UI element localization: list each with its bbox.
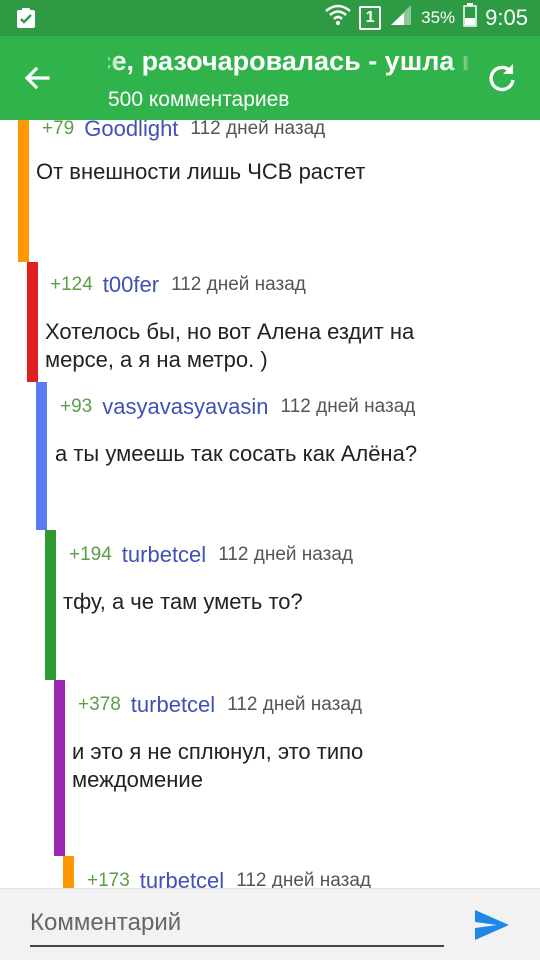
sim-number: 1 [365, 9, 375, 26]
depth-bar [54, 680, 65, 856]
status-bar: 1 35% 9:05 [0, 0, 540, 36]
app-title-container: Ой, все, разочаровалась - ушла вниз!!! А… [108, 46, 468, 82]
clock: 9:05 [485, 5, 528, 30]
author-link[interactable]: turbetcel [122, 542, 206, 568]
depth-bar [36, 382, 47, 530]
sim-icon: 1 [359, 6, 382, 30]
comment-item[interactable]: +124 t00fer 112 дней назад Хотелось бы, … [0, 262, 540, 382]
send-button[interactable] [472, 907, 512, 943]
battery-percent: 35% [421, 8, 456, 27]
comment-item[interactable]: +93 vasyavasyavasin 112 дней назад а ты … [0, 382, 540, 530]
depth-bar [18, 120, 29, 262]
wifi-icon [325, 4, 351, 32]
comment-list[interactable]: +79 Goodlight 112 дней назад От внешност… [0, 120, 540, 888]
comments-count: 500 комментариев [108, 88, 290, 111]
author-link[interactable]: turbetcel [140, 868, 224, 888]
score: +79 [42, 120, 75, 139]
score: +378 [78, 694, 121, 715]
author-link[interactable]: t00fer [103, 272, 159, 298]
timestamp: 112 дней назад [236, 870, 372, 888]
score: +173 [87, 870, 130, 888]
comment-input[interactable] [30, 905, 444, 947]
comment-compose-bar [0, 888, 540, 960]
depth-bar [27, 262, 38, 382]
comment-text: Хотелось бы, но вот Алена ездит на мерсе… [45, 319, 415, 372]
back-button[interactable] [18, 58, 58, 98]
app-title: Ой, все, разочаровалась - ушла вниз!!! А… [108, 46, 468, 76]
score: +124 [50, 274, 93, 295]
comment-item[interactable]: +378 turbetcel 112 дней назад и это я не… [0, 680, 540, 856]
comment-text: и это я не сплюнул, это типо междомение [72, 739, 364, 792]
comment-text: От внешности лишь ЧСВ растет [36, 159, 366, 184]
comment-text: а ты умеешь так сосать как Алёна? [55, 441, 418, 466]
timestamp: 112 дней назад [171, 274, 306, 295]
comment-text: тфу, а че там уметь то? [63, 589, 303, 614]
refresh-icon [489, 64, 515, 92]
comment-item[interactable]: +79 Goodlight 112 дней назад От внешност… [0, 120, 540, 262]
comment-item[interactable]: +194 turbetcel 112 дней назад тфу, а че … [0, 530, 540, 680]
timestamp: 112 дней назад [227, 694, 363, 715]
app-bar: Ой, все, разочаровалась - ушла вниз!!! А… [0, 36, 540, 120]
refresh-button[interactable] [482, 58, 522, 98]
score: +194 [69, 544, 112, 565]
depth-bar [45, 530, 56, 680]
signal-icon [389, 4, 413, 32]
battery-icon [463, 3, 477, 33]
author-link[interactable]: vasyavasyavasin [102, 394, 268, 420]
timestamp: 112 дней назад [218, 544, 354, 565]
timestamp: 112 дней назад [190, 120, 326, 139]
author-link[interactable]: Goodlight [84, 120, 178, 142]
depth-bar [63, 856, 74, 888]
author-link[interactable]: turbetcel [131, 692, 215, 718]
score: +93 [60, 396, 93, 417]
arrow-back-icon [24, 66, 50, 90]
timestamp: 112 дней назад [280, 396, 416, 417]
send-icon [475, 910, 509, 940]
clipboard-check-icon [14, 6, 38, 30]
comment-item[interactable]: +173 turbetcel 112 дней назад [0, 856, 540, 888]
